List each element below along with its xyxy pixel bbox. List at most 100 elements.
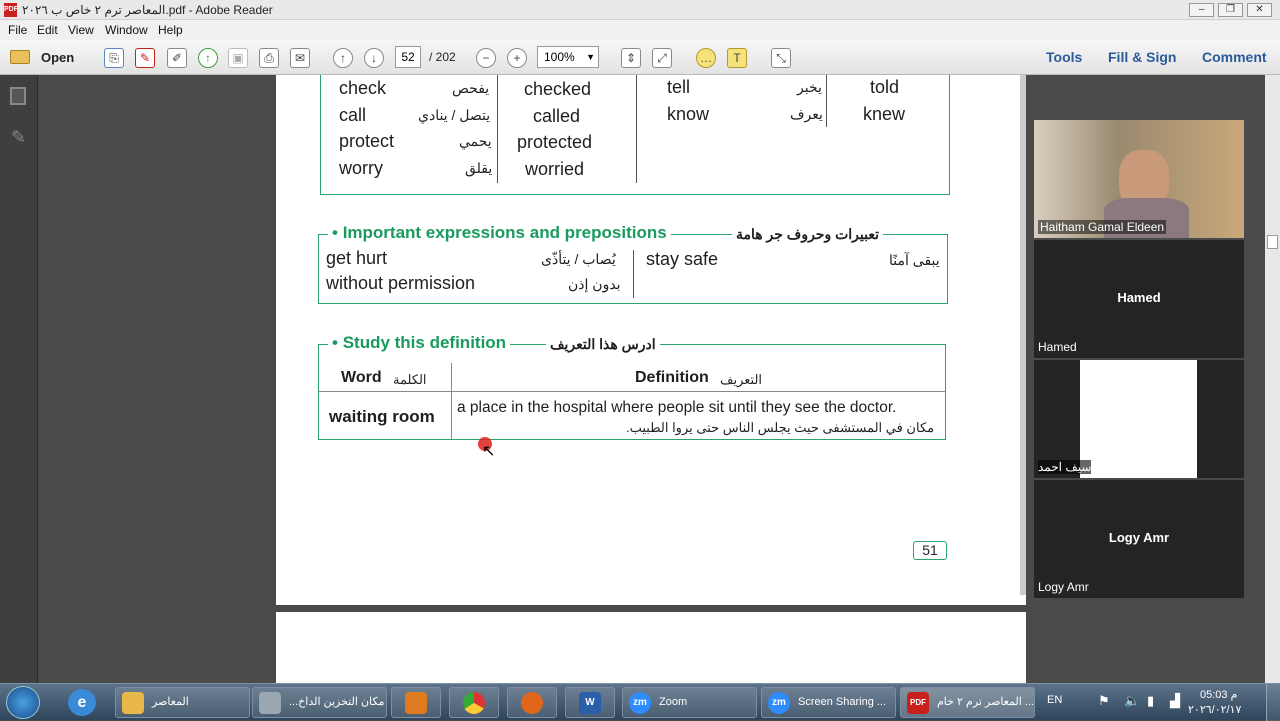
verb-en: check <box>339 78 387 98</box>
tray-flag-icon[interactable]: ⚑ <box>1098 693 1110 709</box>
mail-icon[interactable]: ✉ <box>290 48 310 68</box>
open-button[interactable]: Open <box>41 50 74 65</box>
column-definition: Definition <box>635 369 709 386</box>
create-pdf-icon[interactable]: ⎘ <box>104 48 124 68</box>
verbs-table <box>320 75 950 195</box>
arrow-down-icon[interactable]: ↓ <box>364 48 384 68</box>
page-number-input[interactable]: 52 <box>395 46 421 68</box>
tools-link[interactable]: Tools <box>1046 49 1082 65</box>
fit-page-icon[interactable]: ⇕ <box>621 48 641 68</box>
verb-ar: يفحص <box>452 80 490 96</box>
plus-icon[interactable]: + <box>507 48 527 68</box>
taskbar-word[interactable]: W <box>565 687 615 718</box>
menu-bar: File Edit View Window Help <box>0 20 1280 40</box>
save-icon[interactable]: ▣ <box>228 48 248 68</box>
highlight-icon[interactable]: T <box>727 48 747 68</box>
page-number-badge: 51 <box>913 541 947 560</box>
definition-en: a place in the hospital where people sit… <box>457 399 897 416</box>
minus-icon[interactable]: − <box>476 48 496 68</box>
verb-past: protected <box>517 132 593 152</box>
cloud-upload-icon[interactable]: ↑ <box>198 48 218 68</box>
page-scrollbar[interactable] <box>1020 75 1026 595</box>
language-indicator[interactable]: EN <box>1047 694 1062 706</box>
taskbar-adobe-reader[interactable]: PDF المعاصر ترم ٢ خام ... <box>900 687 1035 718</box>
taskbar-zoom[interactable]: zm Zoom <box>622 687 757 718</box>
zoom-select[interactable]: 100% ▼ <box>537 46 599 68</box>
print-icon[interactable]: ⎙ <box>259 48 279 68</box>
column-word: Word <box>341 369 382 386</box>
scrollbar-thumb[interactable] <box>1267 235 1278 249</box>
navigation-panel: ✎ <box>0 75 38 683</box>
chevron-down-icon[interactable]: ▼ <box>586 47 595 67</box>
taskbar-chrome[interactable] <box>449 687 499 718</box>
maximize-button[interactable]: ❐ <box>1218 3 1243 17</box>
expression-en: stay safe <box>646 249 719 269</box>
attachment-icon[interactable]: ✎ <box>11 127 26 148</box>
verb-en: know <box>667 104 710 124</box>
expression-ar: بدون إذن <box>568 276 621 292</box>
taskbar-media-player[interactable] <box>391 687 441 718</box>
definition-title: • Study this definition <box>328 333 511 353</box>
taskbar-folder[interactable]: المعاصر <box>115 687 250 718</box>
expression-ar: يُصاب / يتأذّى <box>541 251 616 267</box>
edit-icon[interactable]: ✎ <box>135 48 155 68</box>
menu-edit[interactable]: Edit <box>37 23 58 37</box>
close-button[interactable]: ✕ <box>1247 3 1272 17</box>
taskbar-screen-sharing[interactable]: zm Screen Sharing ... <box>761 687 896 718</box>
page-total: / 202 <box>429 50 456 64</box>
clock-date[interactable]: ٢٠٢٦/٠٢/١٧ <box>1188 703 1241 716</box>
verb-en: worry <box>339 158 383 178</box>
firefox-icon <box>521 692 543 714</box>
divider <box>451 363 452 439</box>
verb-ar: يحمي <box>459 133 492 149</box>
verb-ar: يتصل / ينادي <box>418 107 491 123</box>
expressions-title-ar: تعبيرات وحروف جر هامة <box>732 226 884 243</box>
zoom-scrollbar[interactable] <box>1265 75 1280 683</box>
fill-sign-link[interactable]: Fill & Sign <box>1108 49 1176 65</box>
comment-icon[interactable]: … <box>696 48 716 68</box>
participant-video-blank <box>1080 360 1197 478</box>
volume-icon[interactable]: 🔈 <box>1124 693 1140 709</box>
comment-link[interactable]: Comment <box>1202 49 1267 65</box>
verb-past: called <box>533 106 581 126</box>
expand-icon[interactable]: ⤡ <box>771 48 791 68</box>
internet-explorer-icon[interactable]: e <box>68 689 96 716</box>
pdf-page: check يفحص checked call يتصل / ينادي cal… <box>276 75 1026 605</box>
participant-center-name: Hamed <box>1117 290 1161 305</box>
pdf-app-icon: PDF <box>4 3 18 17</box>
window-titlebar: PDF المعاصر ترم ٢ خاص ب ٢٠٢٦.pdf - Adobe… <box>0 0 1280 20</box>
taskbar-drive[interactable]: ...مكان التخزين الداخ <box>252 687 387 718</box>
menu-help[interactable]: Help <box>158 23 183 37</box>
verb-en: tell <box>667 77 691 97</box>
definition-ar: مكان في المستشفى حيث يجلس الناس حتى يروا… <box>626 420 935 435</box>
divider <box>636 75 637 183</box>
menu-window[interactable]: Window <box>105 23 148 37</box>
expression-en: get hurt <box>326 248 388 268</box>
start-button[interactable] <box>6 686 40 719</box>
minimize-button[interactable]: – <box>1189 3 1214 17</box>
show-desktop-button[interactable] <box>1266 684 1280 721</box>
fullscreen-icon[interactable]: ⤢ <box>652 48 672 68</box>
pages-panel-icon[interactable] <box>10 87 26 105</box>
folder-icon[interactable] <box>10 50 30 64</box>
menu-file[interactable]: File <box>8 23 27 37</box>
divider <box>826 75 827 127</box>
clock-time[interactable]: 05:03 م <box>1200 688 1237 701</box>
word-icon: W <box>579 692 601 714</box>
battery-icon[interactable]: ▮ <box>1147 693 1154 709</box>
windows-taskbar: e المعاصر ...مكان التخزين الداخ W zm Zoom… <box>0 683 1280 721</box>
pdf-icon: PDF <box>907 692 929 714</box>
window-title: المعاصر ترم ٢ خاص ب ٢٠٢٦.pdf - Adobe Rea… <box>22 3 273 17</box>
zoom-icon: zm <box>629 692 651 714</box>
definition-word: waiting room <box>329 407 435 426</box>
participant-name: سيف احمد <box>1038 460 1092 474</box>
arrow-up-icon[interactable]: ↑ <box>333 48 353 68</box>
verb-past: told <box>870 77 900 97</box>
menu-view[interactable]: View <box>68 23 94 37</box>
network-icon[interactable]: ▟ <box>1170 693 1180 709</box>
taskbar-firefox[interactable] <box>507 687 557 718</box>
participant-tile: Logy Amr Logy Amr <box>1034 480 1244 598</box>
edit-icon[interactable]: ✐ <box>167 48 187 68</box>
verb-past: knew <box>863 104 906 124</box>
verb-ar: يقلق <box>465 160 493 176</box>
